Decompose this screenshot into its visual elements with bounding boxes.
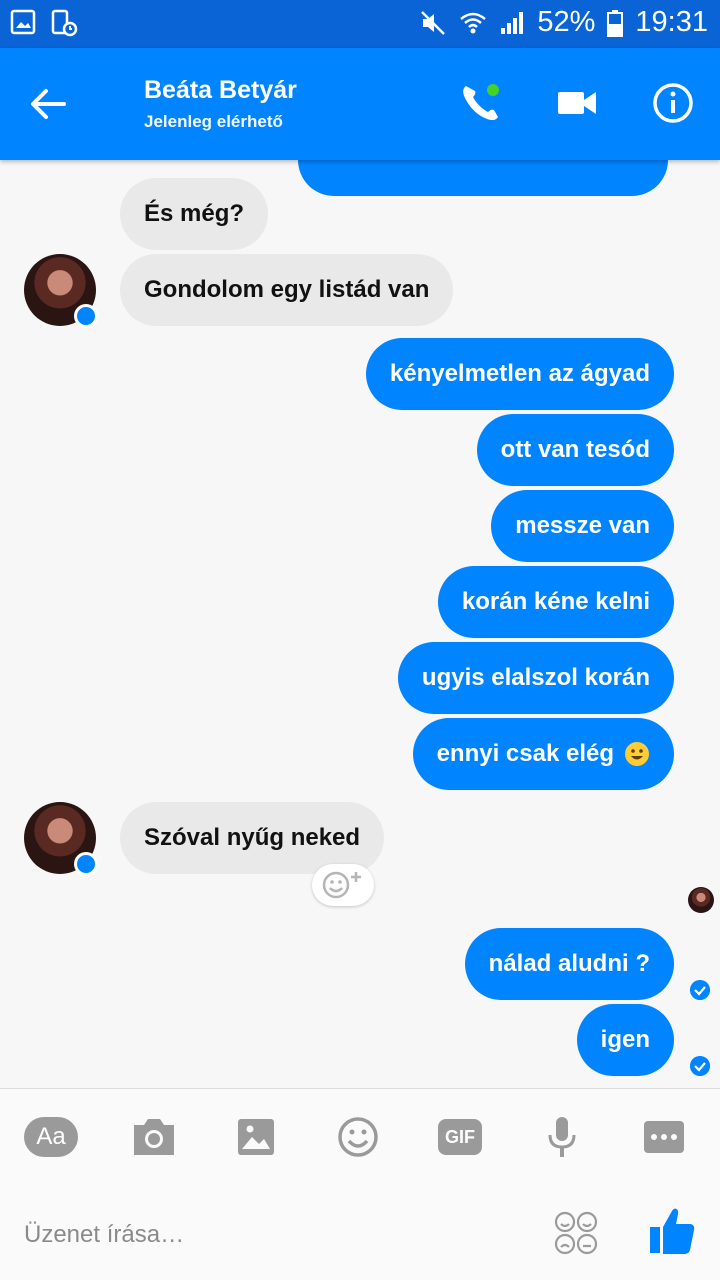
grinning-face-emoji-icon xyxy=(625,742,649,766)
status-bar: 52% 19:31 xyxy=(0,0,720,48)
message-bubble-outgoing[interactable]: kényelmetlen az ágyad xyxy=(365,338,674,410)
message-bubble-outgoing[interactable]: ott van tesód xyxy=(476,414,674,486)
message-bubble-partial[interactable] xyxy=(298,160,668,196)
mute-icon xyxy=(421,10,446,35)
wifi-icon xyxy=(460,12,487,33)
message-bubble-outgoing[interactable]: ennyi csak elég xyxy=(412,718,674,790)
message-input[interactable] xyxy=(24,1215,524,1255)
video-camera-icon[interactable] xyxy=(554,80,600,126)
delivered-check-icon xyxy=(690,1056,710,1076)
message-bubble-outgoing[interactable]: ugyis elalszol korán xyxy=(397,642,674,714)
seen-by-avatar xyxy=(688,887,714,913)
stickers-icon[interactable] xyxy=(552,1209,600,1257)
more-icon[interactable] xyxy=(636,1113,692,1161)
messenger-badge-icon xyxy=(74,304,98,328)
gif-button[interactable]: GIF xyxy=(438,1119,482,1155)
battery-icon xyxy=(607,9,624,37)
signal-icon xyxy=(501,11,524,34)
presence-status: Jelenleg elérhető xyxy=(144,112,283,131)
contact-avatar[interactable] xyxy=(24,254,98,328)
info-icon[interactable] xyxy=(650,80,696,126)
text-format-button[interactable]: Aa xyxy=(24,1117,78,1157)
message-list[interactable]: És még? Gondolom egy listád van kényelme… xyxy=(0,160,720,1088)
contact-avatar[interactable] xyxy=(24,802,98,876)
message-bubble-outgoing[interactable]: igen xyxy=(576,1004,674,1076)
clock: 19:31 xyxy=(635,6,708,38)
microphone-icon[interactable] xyxy=(534,1113,590,1161)
contact-name[interactable]: Beáta Betyár xyxy=(144,76,297,105)
message-bubble-outgoing[interactable]: nálad aludni ? xyxy=(464,928,674,1000)
thumbs-up-icon[interactable] xyxy=(648,1205,696,1257)
conversation-header: Beáta Betyár Jelenleg elérhető xyxy=(0,48,720,160)
image-icon[interactable] xyxy=(228,1113,284,1161)
messenger-badge-icon xyxy=(74,852,98,876)
camera-icon[interactable] xyxy=(126,1113,182,1161)
add-reaction-icon[interactable] xyxy=(312,864,374,906)
phone-icon[interactable] xyxy=(458,80,504,126)
battery-percent: 52% xyxy=(537,6,596,38)
delivered-check-icon xyxy=(690,980,710,1000)
composer: Aa GIF xyxy=(0,1089,720,1280)
message-bubble-outgoing[interactable]: messze van xyxy=(491,490,674,562)
emoji-icon[interactable] xyxy=(330,1113,386,1161)
message-bubble-incoming[interactable]: Gondolom egy listád van xyxy=(120,254,454,326)
message-bubble-incoming[interactable]: És még? xyxy=(120,178,269,250)
device-notification-icon xyxy=(51,9,78,37)
gallery-notification-icon xyxy=(10,9,36,35)
back-arrow-icon[interactable] xyxy=(28,84,68,124)
message-bubble-outgoing[interactable]: korán kéne kelni xyxy=(437,566,674,638)
